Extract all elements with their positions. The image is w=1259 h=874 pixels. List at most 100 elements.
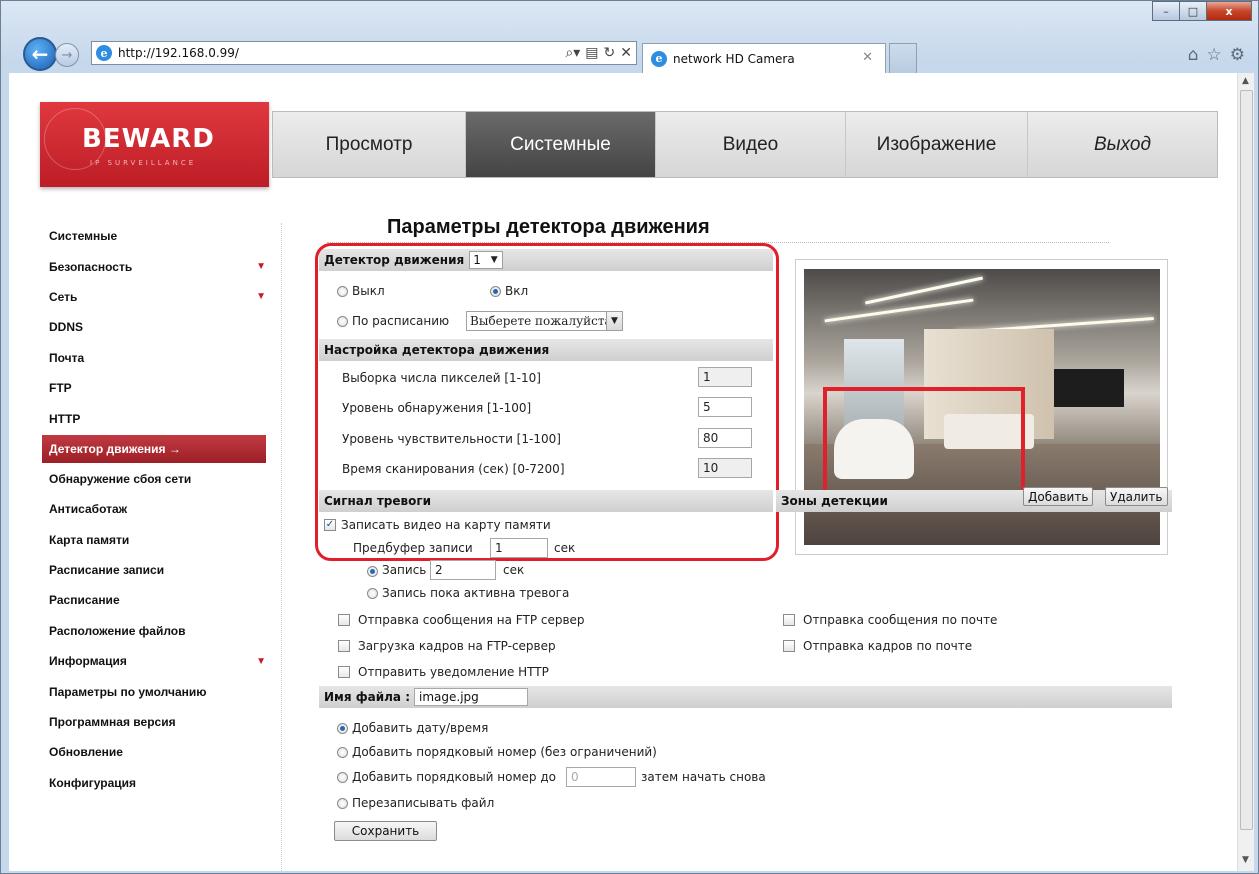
sidebar-divider [281,223,282,871]
home-icon[interactable]: ⌂ [1188,45,1199,65]
refresh-icon[interactable]: ↻ [604,45,616,61]
sidebar-item-memory-card[interactable]: Карта памяти [42,525,266,555]
sidebar-item-http[interactable]: HTTP [42,403,266,433]
record-to-card-checkbox[interactable]: ✓ [324,519,336,531]
seq-to-input[interactable]: 0 [566,767,636,787]
scrollbar-thumb[interactable] [1240,90,1253,830]
browser-navbar: ← → e http://192.168.0.99/ ⌕▾ ▤ ↻ ✕ e ne… [5,35,1255,75]
scroll-up-icon[interactable]: ▲ [1242,76,1249,86]
page-viewport: BEWARD IP SURVEILLANCE Просмотр Системны… [9,73,1237,871]
close-window-button[interactable]: x [1206,1,1252,21]
sidebar-item-label: Программная версия [49,715,176,730]
nav-tab-exit[interactable]: Выход [1028,112,1217,177]
add-datetime-radio[interactable] [337,723,348,734]
sidebar-item-antisabotage[interactable]: Антисаботаж [42,494,266,524]
sidebar-item-ddns[interactable]: DDNS [42,312,266,342]
forward-arrow-icon: → [61,47,73,63]
record-duration-radio[interactable] [367,566,378,577]
scroll-down-icon[interactable]: ▼ [1242,855,1249,865]
url-text[interactable]: http://192.168.0.99/ [118,46,239,60]
address-bar[interactable]: e http://192.168.0.99/ ⌕▾ ▤ ↻ ✕ [91,41,637,65]
prebuffer-input[interactable]: 1 [490,538,548,558]
add-zone-button[interactable]: Добавить [1023,487,1094,506]
sidebar-item-configuration[interactable]: Конфигурация [42,768,266,798]
alarm-header: Сигнал тревоги [319,490,773,512]
sidebar-item-label: Расположение файлов [49,623,186,638]
restart-label: затем начать снова [641,770,766,784]
nav-tab-image[interactable]: Изображение [846,112,1028,177]
sidebar-item-motion-detector[interactable]: Детектор движения → [42,434,266,463]
logo-text: BEWARD [82,124,215,154]
filename-header: Имя файла : image.jpg [319,686,1172,708]
new-tab-button[interactable] [889,43,917,73]
address-tools: ⌕▾ ▤ ↻ ✕ [565,45,632,61]
search-icon[interactable]: ⌕▾ [565,45,580,61]
record-while-active-radio[interactable] [367,588,378,599]
nav-tab-system[interactable]: Системные [466,112,656,177]
sidebar-item-label: Обновление [49,745,123,760]
sidebar-item-schedule[interactable]: Расписание [42,585,266,615]
seq-unlimited-radio[interactable] [337,747,348,758]
vertical-scrollbar[interactable]: ▲ ▼ [1237,73,1254,871]
sidebar-item-label: DDNS [49,320,84,335]
sidebar-item-security[interactable]: Безопасность ▼ [42,251,266,281]
nav-tab-video[interactable]: Видео [656,112,846,177]
forward-button[interactable]: → [55,43,79,67]
main-navigation: Просмотр Системные Видео Изображение Вых… [272,111,1218,178]
expand-triangle-icon: ▼ [256,291,266,303]
browser-tools: ⌂ ☆ ⚙ [1188,45,1245,65]
compat-view-icon[interactable]: ▤ [585,45,598,61]
sidebar-item-network-failure[interactable]: Обнаружение сбоя сети [42,464,266,494]
back-button[interactable]: ← [23,37,57,71]
record-to-card-label: Записать видео на карту памяти [341,518,551,532]
tab-close-icon[interactable]: ✕ [862,50,873,65]
sidebar-item-label: Расписание записи [49,563,165,578]
tab-title: network HD Camera [673,51,795,66]
logo-subtitle: IP SURVEILLANCE [90,159,197,167]
stop-icon[interactable]: ✕ [620,45,632,61]
sidebar-item-file-location[interactable]: Расположение файлов [42,616,266,646]
prebuffer-unit: сек [554,541,576,555]
record-duration-input[interactable]: 2 [430,560,496,580]
sidebar-item-record-schedule[interactable]: Расписание записи [42,555,266,585]
http-notify-checkbox[interactable] [338,666,350,678]
sidebar-item-label: Системные [49,229,118,244]
maximize-button[interactable]: □ [1179,1,1206,21]
sidebar-item-label: Детектор движения [49,441,166,456]
ie-page-icon: e [96,45,112,61]
delete-zone-button[interactable]: Удалить [1105,487,1168,506]
minimize-button[interactable]: – [1152,1,1179,21]
save-button[interactable]: Сохранить [334,821,437,841]
settings-gear-icon[interactable]: ⚙ [1230,45,1245,65]
sidebar-item-mail[interactable]: Почта [42,343,266,373]
email-frames-label: Отправка кадров по почте [803,639,973,653]
sidebar-item-firmware-version[interactable]: Программная версия [42,707,266,737]
filename-input[interactable]: image.jpg [414,688,529,706]
prebuffer-label: Предбуфер записи [353,541,473,555]
sidebar-item-system[interactable]: Системные [42,221,266,251]
favorites-star-icon[interactable]: ☆ [1207,45,1222,65]
email-message-checkbox[interactable] [783,614,795,626]
record-duration-unit: сек [503,563,525,577]
expand-triangle-icon: ▼ [256,655,266,667]
nav-tab-view[interactable]: Просмотр [273,112,466,177]
sidebar-item-defaults[interactable]: Параметры по умолчанию [42,676,266,706]
sidebar-item-label: Сеть [49,289,78,304]
ftp-message-checkbox[interactable] [338,614,350,626]
sidebar-item-label: Карта памяти [49,532,130,547]
sidebar-item-label: Расписание [49,593,120,608]
ftp-upload-checkbox[interactable] [338,640,350,652]
sidebar-item-ftp[interactable]: FTP [42,373,266,403]
overwrite-radio[interactable] [337,798,348,809]
browser-tab[interactable]: e network HD Camera ✕ [642,43,886,73]
back-arrow-icon: ← [31,42,49,66]
email-frames-checkbox[interactable] [783,640,795,652]
sidebar-menu: Системные Безопасность ▼ Сеть ▼ DDNS Почта… [42,221,266,798]
sidebar-item-update[interactable]: Обновление [42,737,266,767]
email-message-label: Отправка сообщения по почте [803,613,998,627]
browser-window: – □ x ← → e http://192.168.0.99/ ⌕▾ ▤ ↻ … [0,0,1259,874]
sidebar-item-info[interactable]: Информация ▼ [42,646,266,676]
sidebar-item-label: Обнаружение сбоя сети [49,471,192,486]
sidebar-item-network[interactable]: Сеть ▼ [42,282,266,312]
seq-to-radio[interactable] [337,772,348,783]
